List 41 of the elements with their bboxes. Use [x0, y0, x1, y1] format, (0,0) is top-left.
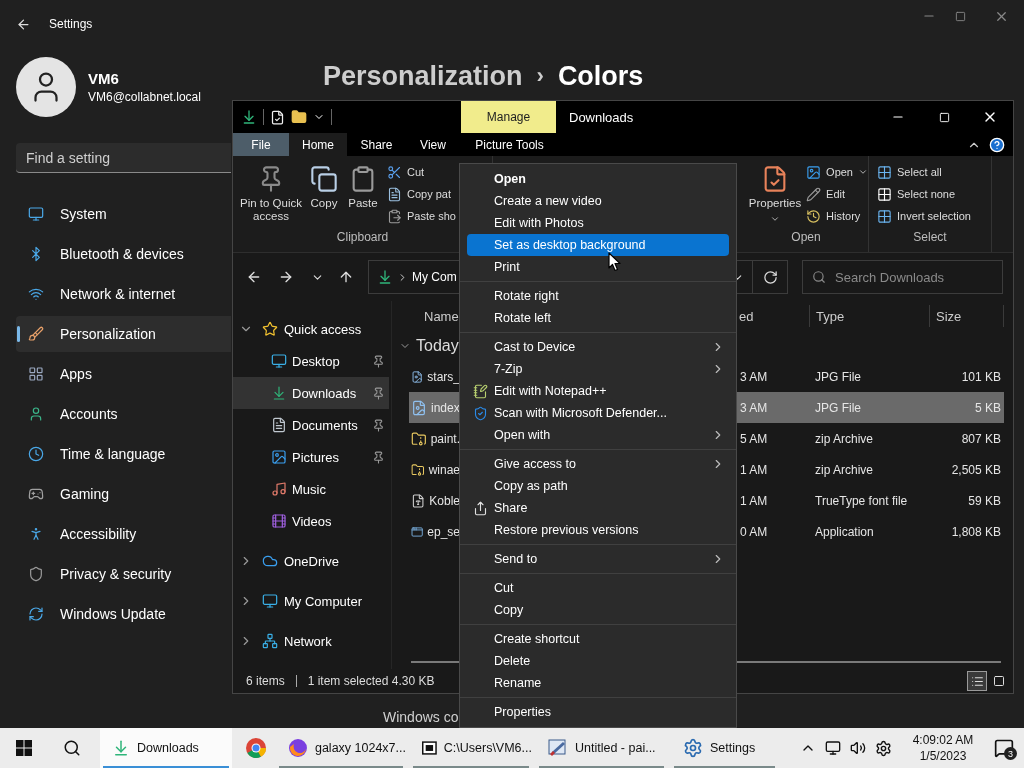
time-text: 4:09:02 AM: [912, 732, 974, 748]
path-text: My Com: [412, 270, 457, 284]
file-size: 807 KB: [961, 431, 1002, 446]
group-label: Clipboard: [336, 230, 389, 246]
file-date: 1 AM: [739, 462, 768, 477]
file-size: 101 KB: [961, 369, 1002, 384]
file-name: index: [431, 400, 460, 415]
item-count: 6 items: [246, 674, 285, 688]
file-size: 59 KB: [968, 493, 1002, 508]
file-size: 2,505 KB: [951, 462, 1002, 477]
file-name: ep_se: [427, 524, 460, 539]
file-date: 3 AM: [739, 369, 768, 384]
selection-info: 1 item selected 4.30 KB: [307, 674, 435, 688]
file-type: zip Archive: [814, 431, 874, 446]
group-label: Open: [791, 230, 821, 246]
window-title: Downloads: [569, 109, 634, 125]
file-type: TrueType font file: [814, 493, 908, 508]
page-title: Colors: [557, 60, 644, 92]
group-header: Today: [416, 337, 459, 355]
file-type: JPG File: [814, 400, 861, 415]
file-name: stars_: [427, 369, 460, 384]
file-type: zip Archive: [814, 462, 874, 477]
notification-badge: 3: [1004, 747, 1017, 760]
file-name: winae: [428, 462, 460, 477]
window-title: Settings: [49, 17, 93, 31]
file-name: paint.: [430, 431, 460, 446]
group-label: Select: [913, 230, 947, 246]
file-date: 1 AM: [739, 493, 768, 508]
file-date: 0 AM: [739, 524, 768, 539]
breadcrumb-separator: ›: [536, 63, 544, 89]
file-size: 1,808 KB: [951, 524, 1002, 539]
file-type: JPG File: [814, 369, 861, 384]
date-text: 1/5/2023: [919, 748, 967, 764]
file-name: Koble: [429, 493, 460, 508]
section-text: Windows co: [383, 709, 459, 725]
user-name: VM6: [88, 70, 120, 87]
file-type: Application: [814, 524, 874, 539]
file-date: 3 AM: [739, 400, 768, 415]
file-size: 5 KB: [975, 400, 1002, 415]
file-date: 5 AM: [739, 431, 768, 446]
user-email: VM6@collabnet.local: [88, 90, 201, 104]
